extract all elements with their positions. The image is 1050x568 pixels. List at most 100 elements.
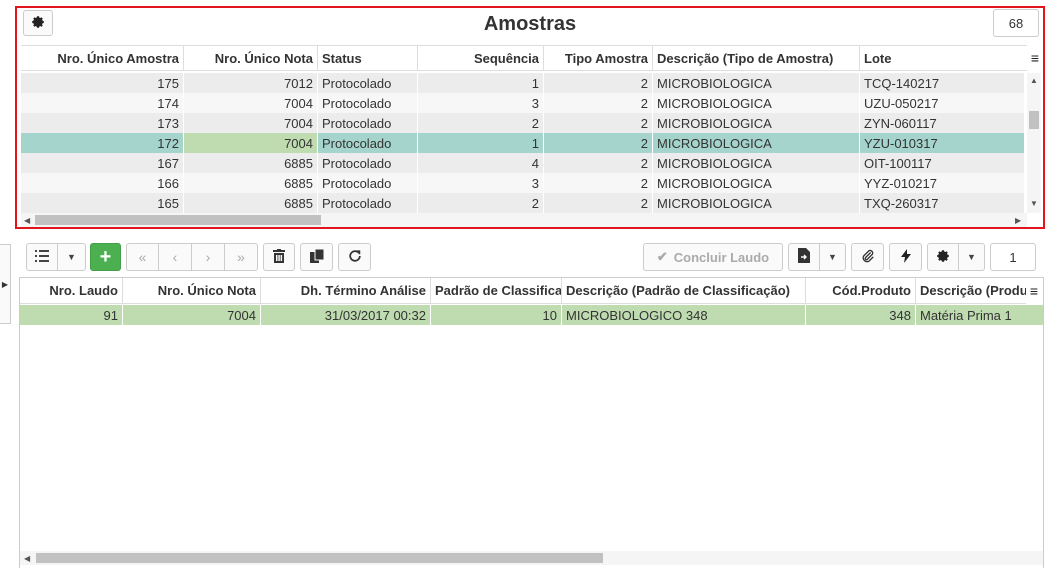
page-number-field[interactable]: 1 [990, 243, 1036, 271]
view-mode-group: ▼ [26, 243, 86, 271]
table-row[interactable]: 165 6885 Protocolado 2 2 MICROBIOLOGICA … [21, 193, 1025, 213]
cell-lot: TCQ-140217 [860, 73, 1025, 93]
column-header-sample-type-description[interactable]: Descrição (Tipo de Amostra) [653, 46, 860, 70]
table-row[interactable]: 174 7004 Protocolado 3 2 MICROBIOLOGICA … [21, 93, 1025, 113]
view-mode-dropdown[interactable]: ▼ [58, 243, 86, 271]
cell-status: Protocolado [318, 193, 418, 213]
samples-horizontal-scrollbar[interactable]: ◀ ▶ [21, 213, 1027, 227]
column-header-status[interactable]: Status [318, 46, 418, 70]
scroll-left-icon[interactable]: ◀ [24, 554, 30, 563]
table-row[interactable]: 91 7004 31/03/2017 00:32 10 MICROBIOLOGI… [20, 305, 1043, 325]
cell-status: Protocolado [318, 173, 418, 193]
cell-report-id: 91 [20, 305, 123, 325]
reports-horizontal-scroll-thumb[interactable] [36, 553, 603, 563]
add-button[interactable]: + [90, 243, 121, 271]
plus-icon: + [99, 245, 112, 268]
delete-button[interactable] [263, 243, 295, 271]
column-header-note-id[interactable]: Nro. Único Nota [123, 278, 261, 303]
cell-sample-type: 2 [544, 93, 653, 113]
samples-record-count: 68 [993, 9, 1039, 37]
settings-group: ▼ [927, 243, 985, 271]
cell-note-id: 7004 [184, 113, 318, 133]
first-page-icon: « [138, 249, 147, 265]
cell-sequence: 1 [418, 133, 544, 153]
cell-sample-type-description: MICROBIOLOGICA [653, 133, 860, 153]
cell-sample-type-description: MICROBIOLOGICA [653, 173, 860, 193]
cell-lot: ZYN-060117 [860, 113, 1025, 133]
reports-column-menu-button[interactable]: ≡ [1025, 282, 1043, 300]
export-button[interactable] [788, 243, 820, 271]
table-row[interactable]: 167 6885 Protocolado 4 2 MICROBIOLOGICA … [21, 153, 1025, 173]
column-header-analysis-end[interactable]: Dh. Término Análise [261, 278, 431, 303]
scroll-down-icon[interactable]: ▼ [1030, 199, 1038, 208]
export-dropdown[interactable]: ▼ [820, 243, 846, 271]
reports-horizontal-scrollbar[interactable]: ◀ [20, 551, 1043, 565]
attachments-button[interactable] [851, 243, 884, 271]
list-view-button[interactable] [26, 243, 58, 271]
cell-lot: YZU-010317 [860, 133, 1025, 153]
samples-horizontal-scroll-thumb[interactable] [35, 215, 321, 225]
refresh-icon [348, 249, 362, 266]
cell-note-id: 7012 [184, 73, 318, 93]
column-header-sample-type[interactable]: Tipo Amostra [544, 46, 653, 70]
samples-vertical-scroll-thumb[interactable] [1029, 111, 1039, 129]
grid-settings-dropdown[interactable]: ▼ [959, 243, 985, 271]
column-header-classification-description[interactable]: Descrição (Padrão de Classificação) [562, 278, 806, 303]
cell-sample-type-description: MICROBIOLOGICA [653, 93, 860, 113]
samples-column-menu-button[interactable]: ≡ [1026, 49, 1043, 67]
export-group: ▼ [788, 243, 846, 271]
cell-sample-type: 2 [544, 153, 653, 173]
last-page-button[interactable]: » [225, 243, 258, 271]
paperclip-icon [861, 249, 875, 266]
cell-sample-type-description: MICROBIOLOGICA [653, 153, 860, 173]
check-icon: ✔ [656, 249, 668, 264]
column-header-product-code[interactable]: Cód.Produto [806, 278, 916, 303]
column-header-classification-standard[interactable]: Padrão de Classificação [431, 278, 562, 303]
bolt-icon [900, 248, 911, 266]
column-header-sample-id[interactable]: Nro. Único Amostra [21, 46, 184, 70]
cell-sequence: 3 [418, 173, 544, 193]
table-row[interactable]: 173 7004 Protocolado 2 2 MICROBIOLOGICA … [21, 113, 1025, 133]
table-row[interactable]: 175 7012 Protocolado 1 2 MICROBIOLOGICA … [21, 73, 1025, 93]
cell-status: Protocolado [318, 153, 418, 173]
side-panel-toggle[interactable]: ▶ [0, 244, 11, 324]
first-page-button[interactable]: « [126, 243, 159, 271]
cell-lot: OIT-100117 [860, 153, 1025, 173]
duplicate-button[interactable] [300, 243, 333, 271]
reports-header-row: Nro. Laudo Nro. Único Nota Dh. Término A… [20, 278, 1026, 304]
table-row-selected[interactable]: 172 7004 Protocolado 1 2 MICROBIOLOGICA … [21, 133, 1025, 153]
column-header-sequence[interactable]: Sequência [418, 46, 544, 70]
cell-sample-type: 2 [544, 193, 653, 213]
conclude-report-button[interactable]: ✔ Concluir Laudo [643, 243, 783, 271]
conclude-report-label: Concluir Laudo [673, 249, 770, 265]
column-header-product-description[interactable]: Descrição (Produto) [916, 278, 1026, 303]
cell-classification-description: MICROBIOLOGICO 348 [562, 305, 806, 325]
pagination-group: « ‹ › » [126, 243, 258, 271]
grid-settings-button[interactable] [927, 243, 959, 271]
last-page-icon: » [237, 249, 245, 265]
scroll-up-icon[interactable]: ▲ [1030, 76, 1038, 85]
caret-down-icon: ▼ [967, 252, 976, 262]
actions-button[interactable] [889, 243, 922, 271]
scroll-left-icon[interactable]: ◀ [24, 216, 30, 225]
samples-panel: Amostras 68 Nro. Único Amostra Nro. Únic… [15, 6, 1045, 229]
column-header-lot[interactable]: Lote [860, 46, 1027, 70]
previous-page-button[interactable]: ‹ [159, 243, 192, 271]
cell-sample-type: 2 [544, 113, 653, 133]
cell-lot: YYZ-010217 [860, 173, 1025, 193]
refresh-button[interactable] [338, 243, 371, 271]
column-header-report-id[interactable]: Nro. Laudo [20, 278, 123, 303]
scroll-right-icon[interactable]: ▶ [1015, 216, 1021, 225]
next-page-button[interactable]: › [192, 243, 225, 271]
cell-sequence: 1 [418, 73, 544, 93]
column-header-note-id[interactable]: Nro. Único Nota [184, 46, 318, 70]
cell-sample-id: 175 [21, 73, 184, 93]
table-row[interactable]: 166 6885 Protocolado 3 2 MICROBIOLOGICA … [21, 173, 1025, 193]
samples-header-row: Nro. Único Amostra Nro. Único Nota Statu… [21, 45, 1027, 71]
caret-down-icon: ▼ [67, 252, 76, 262]
cell-sample-type-description: MICROBIOLOGICA [653, 193, 860, 213]
cell-status: Protocolado [318, 113, 418, 133]
samples-vertical-scrollbar[interactable]: ▲ ▼ [1027, 73, 1041, 213]
hamburger-icon: ≡ [1030, 50, 1040, 66]
cell-status: Protocolado [318, 93, 418, 113]
